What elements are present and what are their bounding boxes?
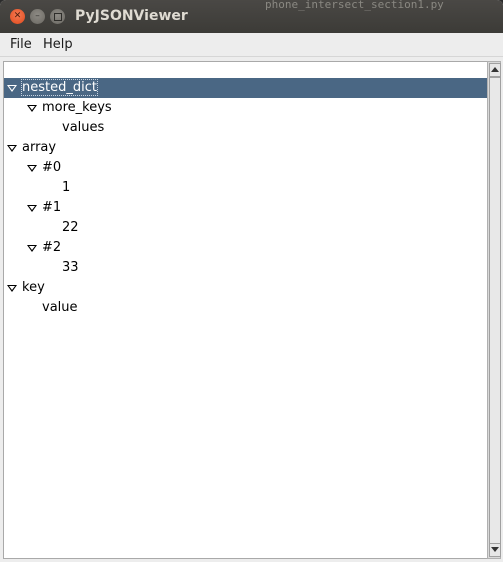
tree-row[interactable]: #1 [4,198,487,218]
menu-help[interactable]: Help [43,37,73,52]
title-bar[interactable]: phone_intersect_section1.py ✕ – PyJSONVi… [0,0,503,34]
tree-row-label: nested_dict [21,79,98,96]
expand-toggle-icon[interactable] [27,205,37,212]
expand-toggle-icon[interactable] [7,145,17,152]
tree-row-label: 22 [62,220,79,235]
menu-file[interactable]: File [10,37,32,52]
scroll-thumb[interactable] [489,77,501,544]
tree-row[interactable]: 1 [4,178,487,198]
tree-row[interactable]: #0 [4,158,487,178]
minimize-button[interactable]: – [30,9,45,24]
tree-row-label: #1 [42,200,62,215]
minimize-icon: – [35,11,40,21]
expand-toggle-icon[interactable] [27,245,37,252]
scroll-up-button[interactable] [489,63,501,77]
close-icon: ✕ [13,11,22,21]
tree-row-label: value [42,300,78,315]
tree-row[interactable]: #2 [4,238,487,258]
scroll-down-button[interactable] [489,543,501,557]
expand-toggle-icon[interactable] [7,85,17,92]
tree-row[interactable]: key [4,278,487,298]
maximize-button[interactable] [50,9,65,24]
vertical-scrollbar[interactable] [487,61,501,559]
tree-row-label: #2 [42,240,62,255]
tree-row-label: more_keys [42,100,112,115]
tree-row-label: #0 [42,160,62,175]
app-window: phone_intersect_section1.py ✕ – PyJSONVi… [0,0,503,562]
tree-row-label: key [22,280,45,295]
expand-toggle-icon[interactable] [27,165,37,172]
tree-row[interactable]: more_keys [4,98,487,118]
tree-row-label: array [22,140,57,155]
tree-row-label: 33 [62,260,79,275]
tree-row[interactable]: values [4,118,487,138]
tree-row[interactable]: 22 [4,218,487,238]
tree-row[interactable]: nested_dict [4,78,487,98]
tree-row[interactable]: array [4,138,487,158]
menu-bar: File Help [0,33,503,57]
expand-toggle-icon[interactable] [7,285,17,292]
json-tree[interactable]: nested_dict more_keysvalues array #0 1 #1 22 #2… [3,61,489,559]
expand-toggle-icon[interactable] [27,105,37,112]
tree-row-label: 1 [62,180,71,195]
tree-row[interactable]: 33 [4,258,487,278]
maximize-icon [53,12,62,21]
background-window-title: phone_intersect_section1.py [265,0,444,11]
close-button[interactable]: ✕ [10,9,25,24]
window-title: PyJSONViewer [75,8,188,24]
tree-row[interactable]: value [4,298,487,318]
tree-row-label: values [62,120,105,135]
